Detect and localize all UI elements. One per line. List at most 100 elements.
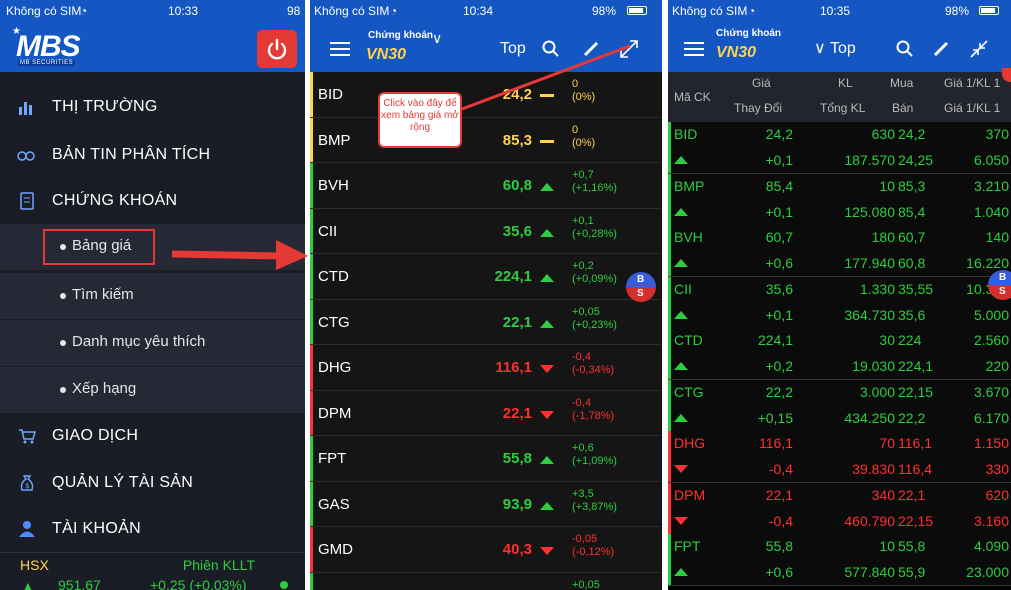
up-arrow-icon bbox=[674, 568, 688, 576]
hamburger-menu-icon[interactable] bbox=[684, 42, 704, 56]
cell-price: 60,7 bbox=[765, 229, 793, 245]
menu-item-securities[interactable]: CHỨNG KHOÁN bbox=[0, 178, 305, 224]
stock-symbol: BMP bbox=[318, 131, 351, 149]
table-row[interactable]: BMP 85,4 10 85,3 3.210 bbox=[668, 173, 1011, 200]
index-ticker[interactable]: HSX Phiên KLLT ▲ 951,67 +0,25 (+0,03%) bbox=[0, 552, 305, 590]
buy-sell-fab[interactable]: B S bbox=[988, 270, 1011, 300]
table-row[interactable]: +0,6 577.840 55,9 23.000 bbox=[668, 560, 1011, 586]
list-item[interactable]: CTG 22,1 +0,05 (+0,23%) bbox=[310, 299, 662, 345]
menu-item-account[interactable]: TÀI KHOẢN bbox=[0, 506, 305, 552]
table-row[interactable]: -0,4 460.790 22,15 3.160 bbox=[668, 508, 1011, 535]
table-row[interactable]: DHG 116,1 70 116,1 1.150 bbox=[668, 431, 1011, 457]
table-row[interactable]: BVH 60,7 180 60,7 140 bbox=[668, 225, 1011, 251]
status-bar: Không có SIM ◔ 10:35 98% bbox=[668, 0, 1011, 22]
col-header-code[interactable]: Mã CK bbox=[674, 90, 711, 104]
list-item[interactable]: BMP 85,3 0 (0%) bbox=[310, 117, 662, 163]
cell-buy: 22,1 bbox=[898, 486, 926, 503]
cell-sell: 60,8 bbox=[898, 255, 926, 271]
menu-item-label: GIAO DỊCH bbox=[52, 427, 139, 444]
search-icon[interactable] bbox=[896, 40, 914, 58]
category-label[interactable]: Chứng khoán bbox=[716, 28, 781, 39]
table-row[interactable]: CTD 224,1 30 224 2.560 bbox=[668, 328, 1011, 354]
list-item[interactable]: BVH 60,8 +0,7 (+1,16%) bbox=[310, 163, 662, 209]
battery-text: 98% bbox=[945, 4, 970, 18]
buy-sell-fab[interactable]: B S bbox=[626, 272, 656, 302]
annotation-highlight-box bbox=[43, 229, 155, 265]
logo-subtitle: MB SECURITIES bbox=[18, 60, 76, 66]
stock-price: 60,8 bbox=[502, 177, 532, 194]
submenu-item-search[interactable]: Tìm kiếm bbox=[0, 273, 305, 319]
list-item[interactable]: GAS 93,9 +3,5 (+3,87%) bbox=[310, 481, 662, 527]
pencil-icon[interactable] bbox=[932, 40, 950, 58]
table-row[interactable]: +0,2 19.030 224,1 220 bbox=[668, 354, 1011, 380]
col-header-price[interactable]: Giá bbox=[752, 76, 771, 90]
stock-change: -0,05 (-0,12%) bbox=[572, 533, 615, 558]
table-row[interactable]: BID 24,2 630 24,2 370 bbox=[668, 122, 1011, 148]
cell-price: 116,1 bbox=[759, 435, 793, 451]
table-row[interactable]: DPM 22,1 340 22,1 620 bbox=[668, 482, 1011, 509]
table-row[interactable]: FPT 55,8 10 55,8 4.090 bbox=[668, 534, 1011, 560]
cell-sell: 85,4 bbox=[898, 203, 926, 220]
menu-item-trading[interactable]: GIAO DỊCH bbox=[0, 413, 305, 459]
category-label[interactable]: Chứng khoán bbox=[368, 30, 433, 41]
col-header-price-vol[interactable]: Giá 1/KL 1 bbox=[944, 76, 1000, 90]
cell-sell: 22,15 bbox=[898, 512, 934, 529]
list-item[interactable]: CTD 224,1 +0,2 (+0,09%) bbox=[310, 254, 662, 300]
col-header-change[interactable]: Thay Đổi bbox=[734, 101, 782, 115]
chevron-down-icon[interactable]: ∨ bbox=[432, 30, 442, 47]
menu-item-assets[interactable]: $ QUẢN LÝ TÀI SẢN bbox=[0, 460, 305, 506]
col-header-buy[interactable]: Mua bbox=[890, 76, 913, 90]
list-item[interactable]: DHG 116,1 -0,4 (-0,34%) bbox=[310, 345, 662, 391]
table-row[interactable]: +0,6 177.940 60,8 16.220 bbox=[668, 251, 1011, 277]
stock-price: 93,9 bbox=[502, 495, 532, 513]
cell-buy: 35,55 bbox=[898, 280, 934, 297]
menu-item-market[interactable]: THỊ TRƯỜNG bbox=[0, 84, 305, 130]
stock-change: +0,05(+0,11%) bbox=[572, 578, 600, 590]
table-row[interactable]: +0,15 434.250 22,2 6.170 bbox=[668, 405, 1011, 432]
logout-button[interactable] bbox=[257, 30, 297, 68]
stock-symbol: DPM bbox=[318, 404, 352, 422]
table-row[interactable]: -0,4 39.830 116,4 330 bbox=[668, 457, 1011, 483]
table-row[interactable]: +0,1 187.570 24,25 6.050 bbox=[668, 148, 1011, 174]
sort-dropdown[interactable]: Top bbox=[830, 40, 856, 58]
menu-item-label: TÀI KHOẢN bbox=[52, 520, 141, 537]
list-item[interactable]: CII 35,6 +0,1 (+0,28%) bbox=[310, 208, 662, 254]
stock-price: 22,1 bbox=[502, 313, 532, 331]
list-name: VN30 bbox=[366, 46, 407, 63]
stock-change: +3,5 (+3,87%) bbox=[572, 487, 617, 513]
list-item[interactable]: FPT 55,8 +0,6 (+1,09%) bbox=[310, 436, 662, 482]
list-item[interactable]: DPM 22,1 -0,4 (-1,78%) bbox=[310, 390, 662, 436]
table-row[interactable]: CII35,61.33035,5510.330 bbox=[668, 276, 1011, 303]
col-header-sell[interactable]: Bán bbox=[892, 101, 913, 115]
cell-symbol: BID bbox=[674, 126, 698, 142]
cell-volume: 10 bbox=[879, 538, 895, 554]
hamburger-menu-icon[interactable] bbox=[330, 42, 350, 56]
collapse-icon[interactable] bbox=[968, 38, 990, 60]
stock-price: 116,1 bbox=[495, 359, 532, 376]
chevron-down-icon[interactable]: ∨ bbox=[814, 38, 826, 58]
list-item[interactable]: GMD 40,3 -0,05 (-0,12%) bbox=[310, 527, 662, 573]
battery-icon bbox=[627, 6, 647, 15]
stock-price: 85,3 bbox=[502, 131, 532, 149]
cell-symbol: CTG bbox=[674, 383, 704, 400]
table-row[interactable]: +0,1 125.080 85,4 1.040 bbox=[668, 199, 1011, 226]
carrier-label: Không có SIM bbox=[672, 4, 748, 18]
col-header-total-volume[interactable]: Tổng KL bbox=[820, 101, 865, 115]
cell-volume: 1.330 bbox=[859, 280, 895, 297]
submenu-item-favorites[interactable]: Danh mục yêu thích bbox=[0, 320, 305, 366]
menu-item-analysis[interactable]: BẢN TIN PHÂN TÍCH bbox=[0, 132, 305, 178]
table-row[interactable]: CTG 22,2 3.000 22,15 3.670 bbox=[668, 379, 1011, 406]
cell-price-vol-2: 5.000 bbox=[973, 306, 1009, 323]
cell-price-vol-2: 6.170 bbox=[973, 409, 1009, 426]
submenu-item-ranking[interactable]: Xếp hạng bbox=[0, 367, 305, 413]
mbs-logo: ★ MBS MB SECURITIES bbox=[12, 26, 90, 68]
col-header-volume[interactable]: KL bbox=[838, 76, 853, 90]
up-arrow-icon bbox=[674, 156, 688, 164]
stock-symbol: CII bbox=[318, 222, 338, 240]
list-item[interactable]: HPG 43,65 +0,05(+0,11%) bbox=[310, 572, 662, 590]
stock-price: 35,6 bbox=[502, 222, 532, 240]
table-row[interactable]: +0,1 364.730 35,6 5.000 bbox=[668, 302, 1011, 329]
power-icon bbox=[267, 38, 287, 60]
cell-symbol: CTD bbox=[674, 332, 703, 348]
col-header-price-vol-2[interactable]: Giá 1/KL 1 bbox=[944, 101, 1000, 115]
